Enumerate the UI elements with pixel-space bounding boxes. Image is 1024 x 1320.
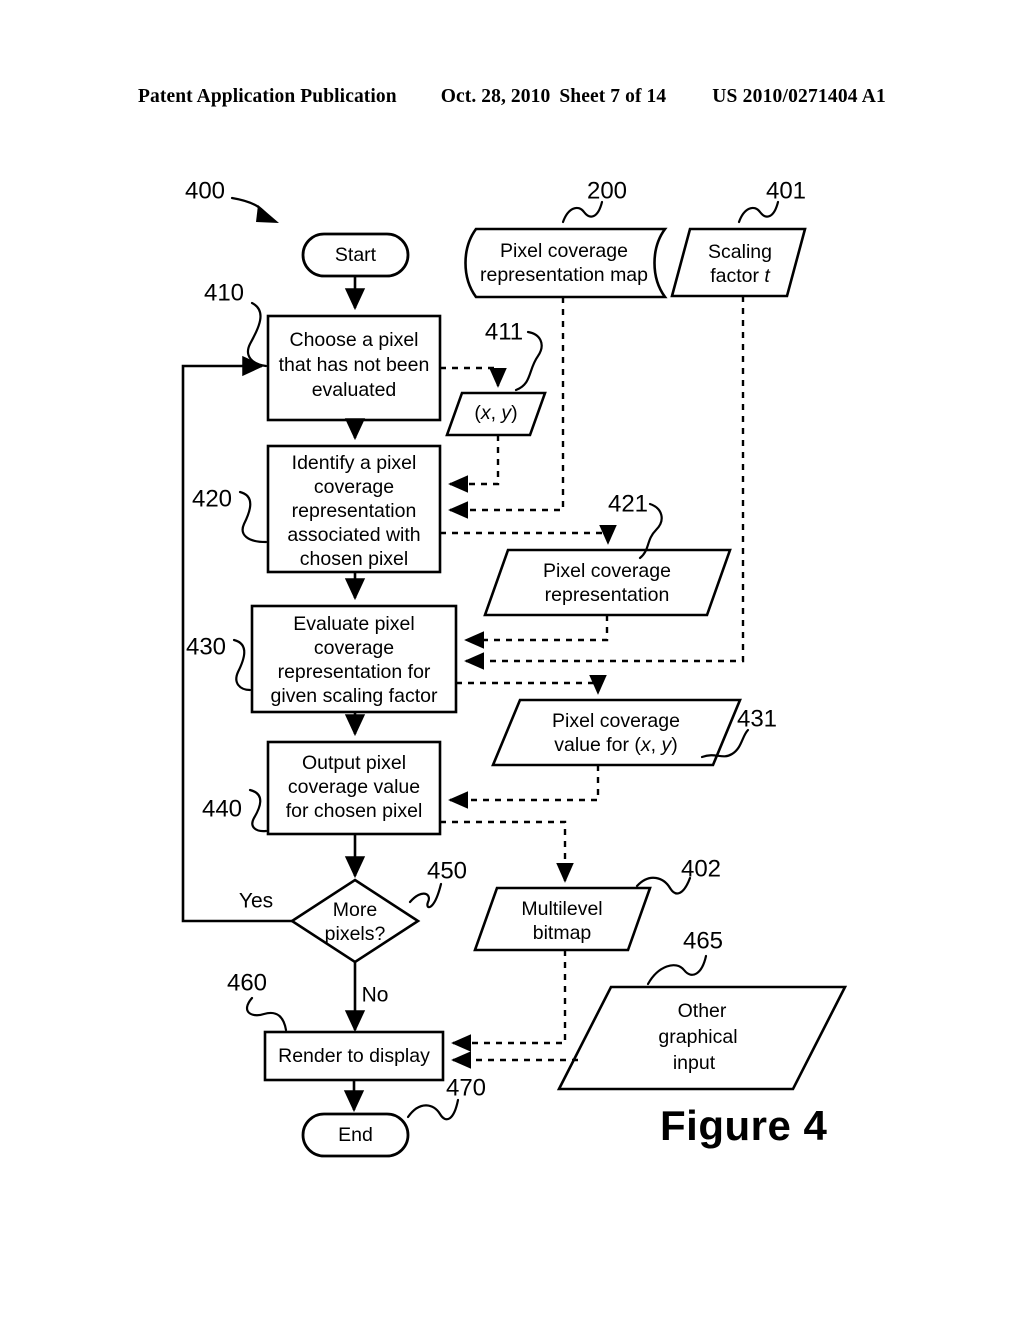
leader-470 <box>406 1098 460 1121</box>
coverage-representation-line-2: representation <box>545 584 670 606</box>
start-label: Start <box>335 244 377 266</box>
identify-line-5: chosen pixel <box>300 548 408 570</box>
evaluate-line-1: Evaluate pixel <box>293 613 414 635</box>
patent-page: Patent Application Publication Oct. 28, … <box>0 0 1024 1320</box>
leader-450 <box>408 882 443 909</box>
leader-465 <box>646 954 708 986</box>
figure-4-diagram: 400 Start Choose a pixel that has not be… <box>0 0 1024 1320</box>
reference-421-label: 421 <box>608 490 648 517</box>
leader-410 <box>246 301 268 368</box>
render-to-display-label: Render to display <box>278 1045 430 1067</box>
reference-460-label: 460 <box>227 969 267 996</box>
leader-460 <box>246 996 288 1032</box>
reference-200-label: 200 <box>587 177 627 204</box>
leader-420 <box>238 490 268 544</box>
multilevel-bitmap-line-2: bitmap <box>533 922 592 944</box>
leader-401 <box>737 200 780 224</box>
reference-450-label: 450 <box>427 857 467 884</box>
identify-line-2: coverage <box>314 476 394 498</box>
flowchart-svg: 400 Start Choose a pixel that has not be… <box>181 177 848 1158</box>
other-input-line-3: input <box>673 1052 716 1074</box>
leader-430 <box>232 638 252 692</box>
reference-430-label: 430 <box>186 633 226 660</box>
branch-no-label: No <box>362 984 389 1007</box>
multilevel-bitmap-line-1: Multilevel <box>521 898 602 920</box>
evaluate-line-4: given scaling factor <box>271 685 438 707</box>
scaling-factor-line-2: factor t <box>710 265 771 287</box>
reference-431-label: 431 <box>737 705 777 732</box>
edge-choose-to-xy <box>440 366 507 388</box>
choose-pixel-line-2: that has not been <box>279 354 430 376</box>
coverage-map-line-2: representation map <box>480 264 648 286</box>
leader-440 <box>248 788 268 833</box>
evaluate-line-2: coverage <box>314 637 394 659</box>
reference-420-label: 420 <box>192 485 232 512</box>
evaluate-line-3: representation for <box>278 661 431 683</box>
identify-line-3: representation <box>292 500 417 522</box>
edge-xy-to-identify <box>448 435 500 493</box>
branch-yes-label: Yes <box>239 890 273 913</box>
more-pixels-line-2: pixels? <box>325 923 386 945</box>
edge-identify-to-representation <box>440 524 617 545</box>
reference-401-label: 401 <box>766 177 806 204</box>
reference-402-label: 402 <box>681 855 721 882</box>
coverage-value-line-2: value for (x, y) <box>554 734 678 756</box>
identify-line-4: associated with <box>287 524 420 546</box>
reference-410-label: 410 <box>204 279 244 306</box>
edge-bitmap-to-render <box>451 950 567 1052</box>
coverage-map-line-1: Pixel coverage <box>500 240 628 262</box>
edge-evaluate-to-value <box>456 674 607 695</box>
choose-pixel-line-1: Choose a pixel <box>290 329 419 351</box>
identify-line-1: Identify a pixel <box>292 452 417 474</box>
output-line-1: Output pixel <box>302 752 406 774</box>
choose-pixel-line-3: evaluated <box>312 379 397 401</box>
figure-caption: Figure 4 <box>660 1102 828 1149</box>
reference-465-label: 465 <box>683 927 723 954</box>
output-line-2: coverage value <box>288 776 420 798</box>
leader-200 <box>561 200 604 224</box>
coverage-value-line-1: Pixel coverage <box>552 710 680 732</box>
edge-value-to-output <box>448 765 600 809</box>
edge-representation-to-evaluate <box>464 615 609 649</box>
coverage-representation-line-1: Pixel coverage <box>543 560 671 582</box>
other-input-line-1: Other <box>678 1000 727 1022</box>
end-label: End <box>338 1124 373 1146</box>
more-pixels-line-1: More <box>333 899 377 921</box>
reference-400-label: 400 <box>185 177 225 204</box>
reference-470-label: 470 <box>446 1074 486 1101</box>
leader-400-arrowhead <box>256 205 279 223</box>
scaling-factor-line-1: Scaling <box>708 241 772 263</box>
output-line-3: for chosen pixel <box>286 800 423 822</box>
other-input-line-2: graphical <box>658 1026 737 1048</box>
xy-data-label: (x, y) <box>474 402 517 424</box>
reference-440-label: 440 <box>202 795 242 822</box>
reference-411-label: 411 <box>485 318 523 345</box>
